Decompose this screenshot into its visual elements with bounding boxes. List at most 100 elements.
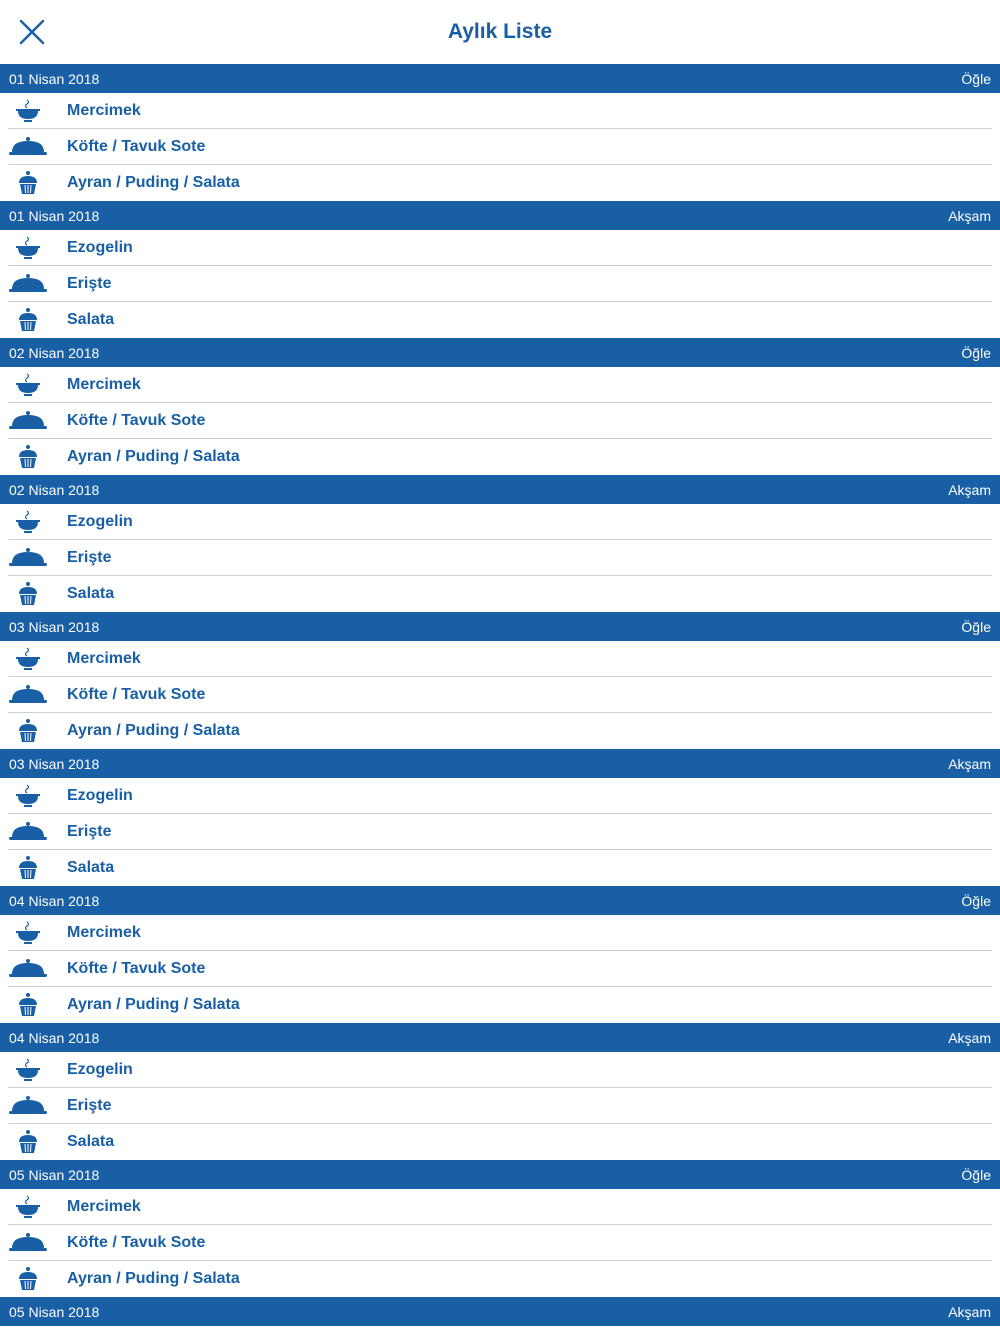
menu-item-row[interactable]: Köfte / Tavuk Sote — [0, 403, 1000, 439]
menu-item-row[interactable]: Salata — [0, 850, 1000, 886]
serving-dish-icon — [8, 545, 48, 571]
serving-dish-icon — [8, 134, 48, 160]
cupcake-icon — [8, 992, 48, 1018]
navigation-bar: Aylık Liste — [0, 0, 1000, 64]
section-header: 02 Nisan 2018 Akşam — [0, 475, 1000, 504]
section-meal: Akşam — [948, 207, 991, 224]
menu-item-label: Mercimek — [67, 924, 141, 941]
menu-item-row[interactable]: Köfte / Tavuk Sote — [0, 1225, 1000, 1261]
menu-item-row[interactable]: Mercimek — [0, 1189, 1000, 1225]
menu-item-row[interactable]: Ezogelin — [0, 1052, 1000, 1088]
section-meal: Öğle — [961, 1166, 991, 1183]
menu-item-row[interactable]: Mercimek — [0, 641, 1000, 677]
menu-item-row[interactable]: Erişte — [0, 540, 1000, 576]
menu-item-label: Mercimek — [67, 376, 141, 393]
serving-dish-icon — [8, 682, 48, 708]
menu-item-row[interactable]: Salata — [0, 1124, 1000, 1160]
menu-item-label: Ezogelin — [67, 1061, 133, 1078]
serving-dish-icon — [8, 408, 48, 434]
menu-item-label: Köfte / Tavuk Sote — [67, 686, 206, 703]
section-meal: Öğle — [961, 344, 991, 361]
cupcake-icon — [8, 1129, 48, 1155]
cupcake-icon — [8, 581, 48, 607]
menu-item-row[interactable]: Ezogelin — [0, 230, 1000, 266]
serving-dish-icon — [8, 956, 48, 982]
menu-item-row[interactable]: Mercimek — [0, 915, 1000, 951]
section-meal: Öğle — [961, 892, 991, 909]
menu-item-row[interactable]: Ayran / Puding / Salata — [0, 713, 1000, 749]
menu-item-row[interactable]: Ezogelin — [0, 778, 1000, 814]
section-meal: Öğle — [961, 618, 991, 635]
cupcake-icon — [8, 1266, 48, 1292]
menu-item-row[interactable]: Ezogelin — [0, 504, 1000, 540]
menu-item-label: Köfte / Tavuk Sote — [67, 1234, 206, 1251]
page-title: Aylık Liste — [447, 20, 553, 43]
section-meal: Öğle — [961, 70, 991, 87]
menu-item-row[interactable]: Ayran / Puding / Salata — [0, 987, 1000, 1023]
menu-item-label: Erişte — [67, 1097, 112, 1114]
menu-item-row[interactable]: Köfte / Tavuk Sote — [0, 951, 1000, 987]
menu-item-label: Mercimek — [67, 650, 141, 667]
section-header: 03 Nisan 2018 Akşam — [0, 749, 1000, 778]
menu-item-label: Ayran / Puding / Salata — [67, 1270, 240, 1287]
menu-item-row[interactable]: Erişte — [0, 1088, 1000, 1124]
soup-bowl-icon — [8, 235, 48, 261]
section-date: 03 Nisan 2018 — [9, 618, 100, 635]
menu-item-label: Erişte — [67, 823, 112, 840]
menu-item-row[interactable]: Erişte — [0, 814, 1000, 850]
section-header: 04 Nisan 2018 Öğle — [0, 886, 1000, 915]
menu-item-label: Ezogelin — [67, 239, 133, 256]
soup-bowl-icon — [8, 98, 48, 124]
menu-item-label: Salata — [67, 585, 115, 602]
menu-item-label: Mercimek — [67, 1198, 141, 1215]
serving-dish-icon — [8, 271, 48, 297]
section-header: 01 Nisan 2018 Öğle — [0, 64, 1000, 93]
section-date: 02 Nisan 2018 — [9, 481, 100, 498]
section-header: 01 Nisan 2018 Akşam — [0, 201, 1000, 230]
section-date: 04 Nisan 2018 — [9, 1029, 100, 1046]
cupcake-icon — [8, 307, 48, 333]
section-date: 03 Nisan 2018 — [9, 755, 100, 772]
section-date: 01 Nisan 2018 — [9, 70, 100, 87]
menu-item-label: Köfte / Tavuk Sote — [67, 138, 206, 155]
section-header: 05 Nisan 2018 Öğle — [0, 1160, 1000, 1189]
monthly-menu-list[interactable]: 01 Nisan 2018 Öğle Mercimek Köfte / Tavuk S… — [0, 64, 1000, 1326]
section-date: 05 Nisan 2018 — [9, 1303, 100, 1320]
soup-bowl-icon — [8, 1057, 48, 1083]
menu-item-row[interactable]: Salata — [0, 576, 1000, 612]
serving-dish-icon — [8, 1093, 48, 1119]
soup-bowl-icon — [8, 509, 48, 535]
menu-item-row[interactable]: Ayran / Puding / Salata — [0, 1261, 1000, 1297]
menu-item-row[interactable]: Ayran / Puding / Salata — [0, 439, 1000, 475]
menu-item-row[interactable]: Ayran / Puding / Salata — [0, 165, 1000, 201]
section-header: 03 Nisan 2018 Öğle — [0, 612, 1000, 641]
section-header: 04 Nisan 2018 Akşam — [0, 1023, 1000, 1052]
menu-item-row[interactable]: Köfte / Tavuk Sote — [0, 129, 1000, 165]
menu-item-label: Erişte — [67, 549, 112, 566]
serving-dish-icon — [8, 819, 48, 845]
menu-item-label: Köfte / Tavuk Sote — [67, 960, 206, 977]
cupcake-icon — [8, 170, 48, 196]
section-date: 01 Nisan 2018 — [9, 207, 100, 224]
menu-item-row[interactable]: Köfte / Tavuk Sote — [0, 677, 1000, 713]
menu-item-row[interactable]: Mercimek — [0, 367, 1000, 403]
menu-item-row[interactable]: Erişte — [0, 266, 1000, 302]
cupcake-icon — [8, 855, 48, 881]
menu-item-row[interactable]: Salata — [0, 302, 1000, 338]
section-meal: Akşam — [948, 481, 991, 498]
section-date: 05 Nisan 2018 — [9, 1166, 100, 1183]
soup-bowl-icon — [8, 920, 48, 946]
section-header: 02 Nisan 2018 Öğle — [0, 338, 1000, 367]
soup-bowl-icon — [8, 646, 48, 672]
soup-bowl-icon — [8, 1194, 48, 1220]
menu-item-label: Ayran / Puding / Salata — [67, 722, 240, 739]
section-date: 02 Nisan 2018 — [9, 344, 100, 361]
menu-item-label: Salata — [67, 1133, 115, 1150]
soup-bowl-icon — [8, 783, 48, 809]
soup-bowl-icon — [8, 372, 48, 398]
section-meal: Akşam — [948, 1303, 991, 1320]
menu-item-row[interactable]: Mercimek — [0, 93, 1000, 129]
cupcake-icon — [8, 444, 48, 470]
menu-item-label: Ezogelin — [67, 787, 133, 804]
menu-item-label: Ayran / Puding / Salata — [67, 448, 240, 465]
